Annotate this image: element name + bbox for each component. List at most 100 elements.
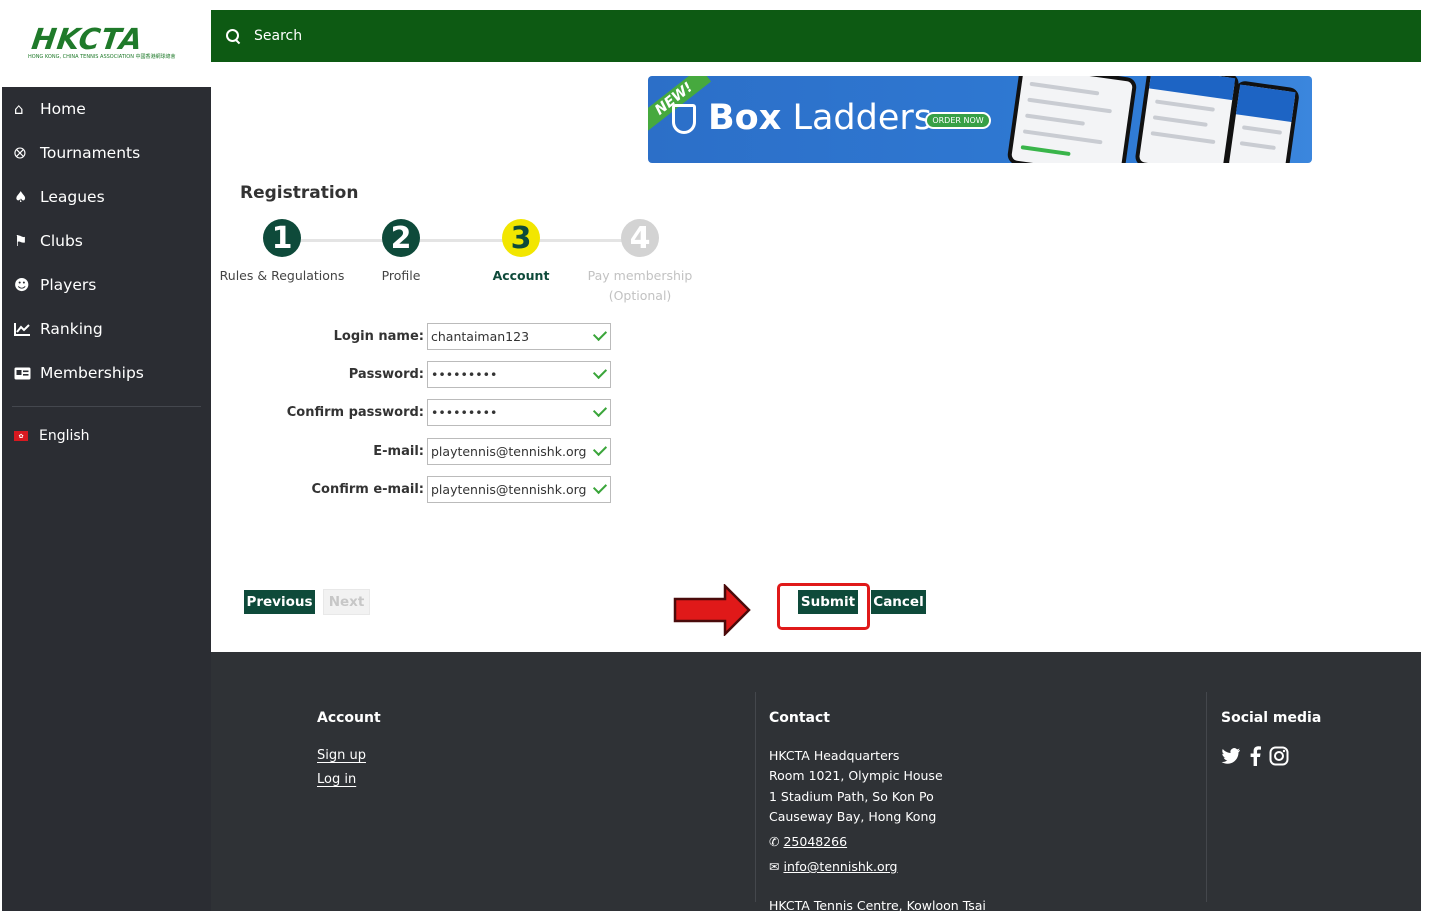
submit-button[interactable]: Submit (798, 590, 858, 614)
nav-item-label: Players (40, 276, 97, 294)
contact-email: ✉ info@tennishk.org (769, 857, 897, 878)
cancel-button[interactable]: Cancel (871, 590, 926, 614)
next-button[interactable]: Next (323, 589, 370, 615)
confirm-password-row: Confirm password: ••••••••• (211, 398, 631, 426)
nav-item-ranking[interactable]: Ranking (2, 307, 211, 351)
login-name-field[interactable]: chantaiman123 (427, 322, 611, 350)
nav-item-memberships[interactable]: Memberships (2, 351, 211, 395)
valid-check-icon (592, 402, 608, 417)
main-nav: ⌂ Home ⭙ Tournaments ♠ Leagues ⚑ Clubs ☻… (2, 87, 211, 455)
step-3-label: Account (492, 268, 550, 283)
shield-icon (672, 104, 696, 134)
medal-icon: ⭙ (14, 144, 26, 162)
banner-title-bold: Box (708, 98, 782, 138)
nav-item-tournaments[interactable]: ⭙ Tournaments (2, 131, 211, 175)
contact-line: Room 1021, Olympic House (769, 768, 943, 783)
valid-check-icon (592, 326, 608, 341)
logo[interactable]: HKCTA HONG KONG, CHINA TENNIS ASSOCIATIO… (2, 0, 211, 87)
nav-item-leagues[interactable]: ♠ Leagues (2, 175, 211, 219)
contact-line: HKCTA Tennis Centre, Kowloon Tsai (769, 898, 986, 911)
nav-item-label: Ranking (40, 320, 103, 338)
nav-item-label: Clubs (40, 232, 83, 250)
footer-divider (755, 692, 756, 902)
stepper-track (281, 239, 641, 242)
nav-item-home[interactable]: ⌂ Home (2, 87, 211, 131)
step-2-label: Profile (381, 268, 421, 283)
confirm-email-label: Confirm e-mail: (311, 481, 425, 497)
footer-divider (1206, 692, 1207, 902)
confirm-email-field[interactable]: playtennis@tennishk.org (427, 475, 611, 503)
language-selector[interactable]: ✿ English (2, 417, 211, 455)
order-now-button[interactable]: ORDER NOW (925, 112, 991, 129)
search-icon[interactable] (225, 28, 241, 44)
trophy-icon: ♠ (14, 188, 28, 206)
instagram-icon[interactable] (1269, 746, 1289, 771)
login-name-value: chantaiman123 (431, 328, 530, 344)
login-name-row: Login name: chantaiman123 (211, 322, 631, 350)
social-icons (1221, 746, 1289, 771)
facebook-icon[interactable] (1249, 746, 1261, 771)
confirm-password-value: ••••••••• (431, 404, 498, 420)
footer: Account Sign up Log in Contact HKCTA Hea… (211, 652, 1421, 911)
box-ladders-banner[interactable]: NEW! Box Ladders ORDER NOW (648, 76, 1312, 163)
search-input[interactable]: Search (254, 28, 302, 44)
contact-phone: ✆ 25048266 (769, 832, 847, 853)
logo-subtitle: HONG KONG, CHINA TENNIS ASSOCIATION 中國香港… (28, 54, 176, 60)
email-field[interactable]: playtennis@tennishk.org (427, 437, 611, 465)
step-4-sublabel: (Optional) (608, 288, 672, 303)
nav-divider (12, 406, 201, 407)
valid-check-icon (592, 479, 608, 494)
footer-account-title: Account (317, 710, 381, 726)
previous-button[interactable]: Previous (244, 590, 315, 614)
page-title: Registration (240, 183, 359, 203)
phone-icon: ✆ (769, 834, 780, 849)
confirm-email-row: Confirm e-mail: playtennis@tennishk.org (211, 475, 631, 503)
phone-link[interactable]: 25048266 (783, 834, 847, 849)
twitter-icon[interactable] (1221, 746, 1241, 771)
banner-title-rest: Ladders (781, 98, 932, 138)
step-1-circle: 1 (263, 219, 301, 257)
id-card-icon (14, 367, 40, 380)
logo-text: HKCTA (29, 22, 146, 56)
nav-item-label: Tournaments (40, 144, 141, 162)
step-3-circle: 3 (502, 219, 540, 257)
contact-line: Causeway Bay, Hong Kong (769, 809, 937, 824)
contact-line: 1 Stadium Path, So Kon Po (769, 789, 934, 804)
valid-check-icon (592, 441, 608, 456)
login-name-label: Login name: (333, 328, 424, 344)
sign-up-link[interactable]: Sign up (317, 748, 366, 763)
phone-mockup (1223, 79, 1301, 163)
contact-line: HKCTA Headquarters (769, 748, 900, 763)
step-4-label: Pay membership (587, 268, 693, 283)
step-1-label: Rules & Regulations (219, 268, 345, 283)
users-icon: ☻ (14, 276, 30, 294)
sidebar: HKCTA HONG KONG, CHINA TENNIS ASSOCIATIO… (2, 0, 211, 911)
password-row: Password: ••••••••• (211, 360, 631, 388)
log-in-link[interactable]: Log in (317, 772, 356, 787)
chart-icon (14, 322, 40, 336)
language-label: English (39, 428, 90, 444)
red-arrow-annotation (673, 584, 751, 636)
email-value: playtennis@tennishk.org (431, 443, 587, 459)
footer-social-title: Social media (1221, 710, 1322, 726)
password-label: Password: (348, 366, 424, 382)
email-row: E-mail: playtennis@tennishk.org (211, 437, 631, 465)
footer-contact-title: Contact (769, 710, 830, 726)
step-4-circle: 4 (621, 219, 659, 257)
nav-item-clubs[interactable]: ⚑ Clubs (2, 219, 211, 263)
confirm-email-value: playtennis@tennishk.org (431, 481, 587, 497)
password-field[interactable]: ••••••••• (427, 360, 611, 388)
nav-item-label: Home (40, 100, 86, 118)
main-content: NEW! Box Ladders ORDER NOW Registration … (211, 62, 1421, 652)
email-link[interactable]: info@tennishk.org (783, 859, 897, 874)
top-bar: Search (211, 10, 1421, 62)
nav-item-players[interactable]: ☻ Players (2, 263, 211, 307)
confirm-password-field[interactable]: ••••••••• (427, 398, 611, 426)
banner-title: Box Ladders (708, 98, 932, 138)
home-icon: ⌂ (14, 100, 24, 118)
nav-item-label: Leagues (40, 188, 105, 206)
nav-item-label: Memberships (40, 364, 144, 382)
phone-mockup (1134, 76, 1240, 163)
email-label: E-mail: (373, 443, 424, 459)
step-2-circle: 2 (382, 219, 420, 257)
